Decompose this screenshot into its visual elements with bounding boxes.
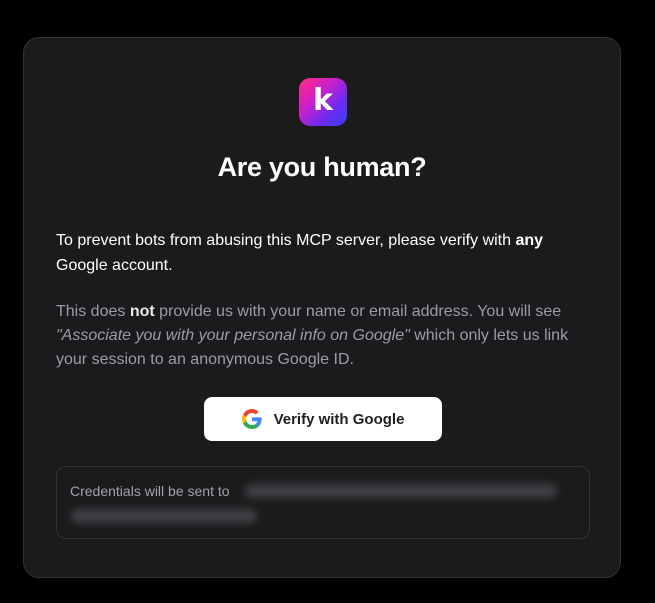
intro-text-part2: Google account. — [56, 257, 173, 274]
verify-button-label: Verify with Google — [273, 410, 405, 428]
intro-text: To prevent bots from abusing this MCP se… — [56, 228, 596, 278]
credentials-info-box: Credentials will be sent to — [56, 466, 590, 539]
verification-card: k Are you human? To prevent bots from ab… — [23, 37, 621, 578]
intro-text-bold: any — [515, 232, 544, 249]
redacted-url-line-1 — [245, 484, 557, 498]
logo-letter: k — [313, 83, 333, 118]
privacy-note-quote: "Associate you with your personal info o… — [56, 327, 410, 344]
google-g-icon — [241, 409, 262, 429]
intro-text-part1: To prevent bots from abusing this MCP se… — [56, 232, 516, 249]
redacted-url-line-2 — [71, 509, 257, 523]
privacy-note-part1: This does — [56, 303, 130, 320]
privacy-note-part2: provide us with your name or email addre… — [154, 303, 562, 320]
verify-with-google-button[interactable]: Verify with Google — [204, 397, 442, 441]
privacy-note-bold: not — [129, 303, 155, 320]
privacy-note: This does not provide us with your name … — [56, 300, 596, 372]
app-logo: k — [299, 78, 347, 126]
page-title: Are you human? — [217, 152, 427, 182]
credentials-label: Credentials will be sent to — [70, 483, 230, 499]
